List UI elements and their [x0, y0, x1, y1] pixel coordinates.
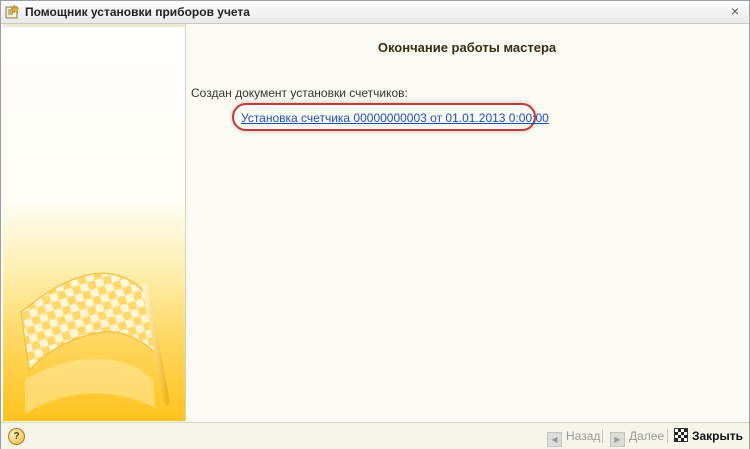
- checkered-flag-icon: [673, 428, 688, 442]
- next-arrow-icon: ▶: [610, 432, 625, 447]
- close-window-button[interactable]: ×: [727, 3, 743, 19]
- title-bar: Помощник установки приборов учета ×: [1, 1, 749, 24]
- wizard-footer: ? ◀ Назад ▶ Далее Закрыть: [1, 422, 749, 449]
- next-button-label: Далее: [629, 429, 665, 443]
- wizard-sidebar: [3, 24, 186, 421]
- document-link[interactable]: Установка счетчика 00000000003 от 01.01.…: [241, 111, 549, 125]
- toolbar-separator: [602, 429, 603, 443]
- created-document-label: Создан документ установки счетчиков:: [191, 86, 408, 100]
- help-icon[interactable]: ?: [8, 428, 25, 445]
- wizard-app-icon: [5, 4, 20, 19]
- next-button[interactable]: ▶ Далее: [610, 427, 665, 447]
- checkered-flag-icon: [20, 272, 170, 414]
- close-button[interactable]: Закрыть: [673, 427, 743, 445]
- back-button[interactable]: ◀ Назад: [547, 427, 601, 447]
- back-button-label: Назад: [566, 429, 601, 443]
- back-arrow-icon: ◀: [547, 432, 562, 447]
- wizard-content: Окончание работы мастера Создан документ…: [186, 24, 748, 421]
- page-title: Окончание работы мастера: [377, 40, 557, 55]
- wizard-window: Помощник установки приборов учета × Окон…: [0, 0, 750, 449]
- window-title: Помощник установки приборов учета: [25, 5, 250, 19]
- close-button-label: Закрыть: [691, 429, 743, 443]
- toolbar-separator: [667, 429, 668, 443]
